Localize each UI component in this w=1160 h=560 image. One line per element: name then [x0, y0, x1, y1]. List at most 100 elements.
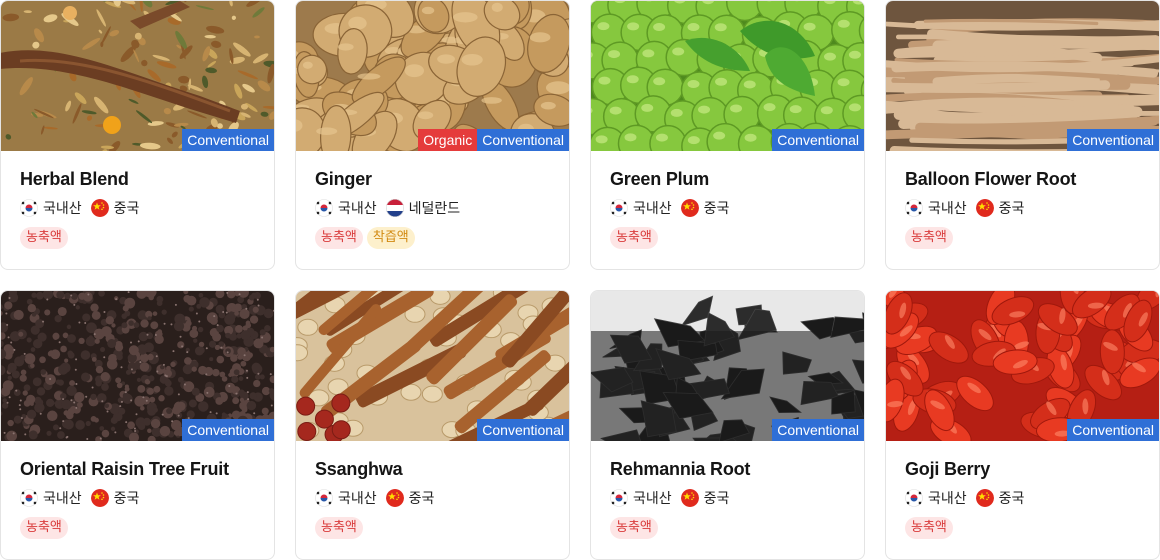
origin-label: 국내산	[43, 491, 82, 507]
product-image: Conventional	[1, 291, 274, 441]
concentrate-badge: 농축액	[905, 517, 953, 539]
origin-list: 국내산 네덜란드	[315, 198, 550, 218]
badge-list: 농축액	[610, 517, 845, 539]
origin-item: 중국	[680, 488, 730, 508]
product-tags: Organic Conventional	[418, 129, 569, 151]
product-tags: Conventional	[1067, 129, 1159, 151]
korea-flag-icon	[610, 489, 628, 507]
product-image: Organic Conventional	[296, 1, 569, 151]
origin-item: 국내산	[905, 198, 967, 218]
conventional-tag: Conventional	[477, 419, 569, 441]
badge-list: 농축액	[20, 227, 255, 249]
origin-label: 중국	[113, 491, 140, 507]
origin-item: 중국	[975, 488, 1024, 508]
origin-item: 국내산	[610, 488, 672, 508]
origin-item: 네덜란드	[385, 198, 461, 218]
origin-label: 중국	[703, 491, 730, 507]
badge-list: 농축액	[610, 227, 845, 249]
china-flag-icon	[90, 489, 109, 507]
origin-list: 국내산 중국	[315, 488, 550, 508]
origin-item: 중국	[680, 198, 729, 218]
china-flag-icon	[680, 489, 699, 507]
origin-label: 국내산	[633, 491, 672, 507]
juice-badge: 착즙액	[366, 227, 415, 249]
product-grid: Conventional Herbal Blend 국내산 중국 농축액 Orga…	[0, 0, 1160, 560]
origin-label: 국내산	[338, 201, 377, 217]
origin-label: 중국	[998, 201, 1025, 217]
origin-label: 국내산	[633, 201, 672, 217]
product-title: Rehmannia Root	[610, 459, 751, 479]
concentrate-badge: 농축액	[315, 227, 363, 249]
origin-label: 네덜란드	[408, 201, 461, 217]
origin-item: 국내산	[315, 488, 377, 508]
korea-flag-icon	[20, 199, 38, 217]
origin-item: 국내산	[905, 488, 967, 508]
origin-item: 중국	[975, 198, 1025, 218]
product-card[interactable]: Conventional Goji Berry 국내산 중국 농축액	[885, 290, 1160, 560]
product-tags: Conventional	[477, 419, 569, 441]
origin-label: 중국	[113, 201, 140, 217]
product-image: Conventional	[591, 1, 864, 151]
china-flag-icon	[680, 199, 699, 217]
product-image: Conventional	[886, 1, 1159, 151]
origin-item: 국내산	[610, 198, 672, 218]
origin-label: 국내산	[928, 201, 967, 217]
product-card[interactable]: Conventional Herbal Blend 국내산 중국 농축액	[0, 0, 275, 270]
product-title: Ginger	[315, 169, 372, 189]
netherlands-flag-icon	[385, 199, 404, 217]
badge-list: 농축액	[905, 517, 1140, 539]
origin-list: 국내산 중국	[20, 198, 255, 218]
product-card[interactable]: Conventional Ssanghwa 국내산 중국 농축액	[295, 290, 570, 560]
conventional-tag: Conventional	[772, 129, 864, 151]
badge-list: 농축액	[20, 517, 255, 539]
product-title: Herbal Blend	[20, 169, 129, 189]
origin-label: 국내산	[43, 201, 82, 217]
origin-list: 국내산 중국	[905, 488, 1140, 508]
product-tags: Conventional	[772, 419, 864, 441]
origin-label: 중국	[408, 491, 435, 507]
product-image: Conventional	[296, 291, 569, 441]
conventional-tag: Conventional	[182, 129, 274, 151]
china-flag-icon	[90, 199, 109, 217]
product-title: Oriental Raisin Tree Fruit	[20, 459, 229, 479]
origin-item: 국내산	[315, 198, 377, 218]
concentrate-badge: 농축액	[20, 517, 68, 539]
origin-list: 국내산 중국	[610, 488, 845, 508]
concentrate-badge: 농축액	[905, 227, 953, 249]
product-tags: Conventional	[772, 129, 864, 151]
product-card[interactable]: Conventional Green Plum 국내산 중국 농축액	[590, 0, 865, 270]
product-image: Conventional	[1, 1, 274, 151]
origin-label: 국내산	[338, 491, 377, 507]
korea-flag-icon	[20, 489, 38, 507]
conventional-tag: Conventional	[182, 419, 274, 441]
origin-item: 중국	[90, 198, 140, 218]
badge-list: 농축액	[905, 227, 1140, 249]
product-title: Goji Berry	[905, 459, 991, 479]
korea-flag-icon	[905, 489, 923, 507]
conventional-tag: Conventional	[772, 419, 864, 441]
concentrate-badge: 농축액	[315, 517, 363, 539]
product-image: Conventional	[886, 291, 1159, 441]
origin-item: 중국	[385, 488, 435, 508]
origin-item: 국내산	[20, 488, 82, 508]
product-card[interactable]: Conventional Oriental Raisin Tree Fruit …	[0, 290, 275, 560]
product-title: Balloon Flower Root	[905, 169, 1077, 189]
product-tags: Conventional	[182, 129, 274, 151]
product-tags: Conventional	[1067, 419, 1159, 441]
origin-label: 국내산	[928, 491, 967, 507]
product-card[interactable]: Conventional Rehmannia Root 국내산 중국 농축액	[590, 290, 865, 560]
badge-list: 농축액	[315, 517, 550, 539]
badge-list: 농축액 착즙액	[315, 227, 550, 249]
product-tags: Conventional	[182, 419, 274, 441]
origin-item: 국내산	[20, 198, 82, 218]
product-card[interactable]: Organic Conventional Ginger 국내산 네덜란드 농축액 착즙…	[295, 0, 570, 270]
concentrate-badge: 농축액	[610, 517, 658, 539]
china-flag-icon	[975, 199, 994, 217]
organic-tag: Organic	[418, 129, 478, 151]
product-title: Green Plum	[610, 169, 710, 189]
korea-flag-icon	[315, 199, 333, 217]
conventional-tag: Conventional	[1067, 129, 1159, 151]
korea-flag-icon	[610, 199, 628, 217]
origin-list: 국내산 중국	[610, 198, 845, 218]
product-card[interactable]: Conventional Balloon Flower Root 국내산 중국 농…	[885, 0, 1160, 270]
